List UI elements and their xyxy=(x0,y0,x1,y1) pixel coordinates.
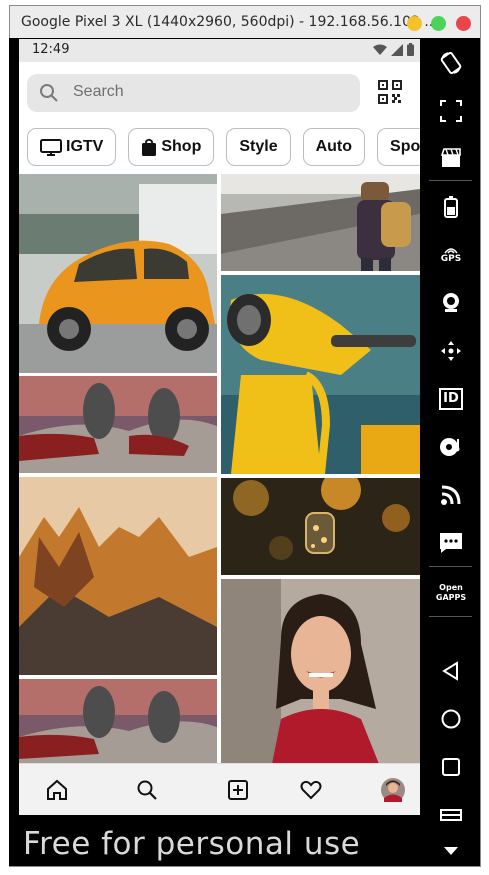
move-icon[interactable] xyxy=(438,338,464,364)
rss-icon[interactable] xyxy=(438,482,464,508)
opengapps-icon[interactable]: Open GAPPS xyxy=(436,580,466,606)
back-icon[interactable] xyxy=(438,658,464,684)
opengapps-label: Open GAPPS xyxy=(435,583,467,602)
maximize-button[interactable] xyxy=(431,16,446,31)
profile-avatar[interactable] xyxy=(381,778,405,802)
minimize-button[interactable] xyxy=(407,16,422,31)
chip-auto[interactable]: Auto xyxy=(302,128,366,166)
scale-icon[interactable] xyxy=(438,98,464,124)
add-post-icon[interactable] xyxy=(226,778,250,802)
signal-icon xyxy=(391,43,403,56)
chip-igtv[interactable]: IGTV xyxy=(27,128,117,166)
tv-icon xyxy=(40,139,62,156)
photo-mountain-peaks[interactable] xyxy=(19,477,217,675)
more-icon[interactable] xyxy=(438,838,464,864)
photo-yellow-telescope[interactable] xyxy=(221,275,420,474)
watermark-text: Free for personal use xyxy=(23,826,361,862)
photo-orange-beetle-car[interactable] xyxy=(19,174,217,373)
heart-icon[interactable] xyxy=(299,778,323,802)
emulator-toolbar: GPS ID Open GAPPS xyxy=(421,38,480,866)
photo-glass-jar-lights[interactable] xyxy=(221,478,420,575)
toolbar-separator xyxy=(429,566,472,567)
id-label: ID xyxy=(443,391,459,406)
search-icon xyxy=(40,84,58,102)
chip-label: IGTV xyxy=(66,138,104,155)
qr-code-icon[interactable] xyxy=(378,80,402,104)
gps-label: GPS xyxy=(440,254,462,264)
id-icon[interactable]: ID xyxy=(438,386,464,412)
explore-screen: Search IGTV Shop Style Auto Spo xyxy=(19,62,420,810)
wifi-icon xyxy=(373,44,387,55)
search-placeholder: Search xyxy=(73,83,124,100)
window-titlebar: Google Pixel 3 XL (1440x2960, 560dpi) - … xyxy=(10,6,480,40)
recents-icon[interactable] xyxy=(438,754,464,780)
photo-smiling-woman[interactable] xyxy=(221,579,420,769)
chip-sports[interactable]: Sports xyxy=(377,128,420,166)
screencast-icon[interactable] xyxy=(438,145,464,171)
camera-icon[interactable] xyxy=(438,290,464,316)
shopping-bag-icon xyxy=(142,138,157,156)
search-icon[interactable] xyxy=(135,778,159,802)
status-time: 12:49 xyxy=(32,42,70,57)
battery-icon[interactable] xyxy=(438,194,464,220)
window-title: Google Pixel 3 XL (1440x2960, 560dpi) - … xyxy=(21,14,438,30)
photo-man-on-train-platform[interactable] xyxy=(221,174,420,271)
status-bar: 12:49 xyxy=(19,39,420,62)
status-icons xyxy=(373,43,414,56)
rotate-icon[interactable] xyxy=(438,50,464,76)
chip-label: Auto xyxy=(315,138,353,155)
home-icon[interactable] xyxy=(45,778,69,802)
menu-icon[interactable] xyxy=(438,802,464,828)
toolbar-separator xyxy=(429,616,472,617)
category-chips: IGTV Shop Style Auto Sports xyxy=(27,128,420,166)
photo-feet-on-mountain-2[interactable] xyxy=(19,679,217,769)
photo-feet-on-mountain[interactable] xyxy=(19,376,217,473)
toolbar-separator xyxy=(429,180,472,181)
chip-label: Style xyxy=(239,138,278,155)
sms-icon[interactable] xyxy=(438,530,464,556)
chip-shop[interactable]: Shop xyxy=(128,128,215,166)
gps-icon[interactable]: GPS xyxy=(438,242,464,268)
media-icon[interactable] xyxy=(438,434,464,460)
home-circle-icon[interactable] xyxy=(438,706,464,732)
search-input[interactable]: Search xyxy=(27,74,360,112)
chip-style[interactable]: Style xyxy=(226,128,291,166)
chip-label: Sports xyxy=(390,138,420,155)
battery-icon xyxy=(407,43,414,56)
chip-label: Shop xyxy=(161,138,202,155)
phone-screen: 12:49 Search IGTV Shop Style Auto Spo Fr… xyxy=(9,38,421,866)
bottom-navigation xyxy=(19,763,420,815)
close-button[interactable] xyxy=(456,16,471,31)
